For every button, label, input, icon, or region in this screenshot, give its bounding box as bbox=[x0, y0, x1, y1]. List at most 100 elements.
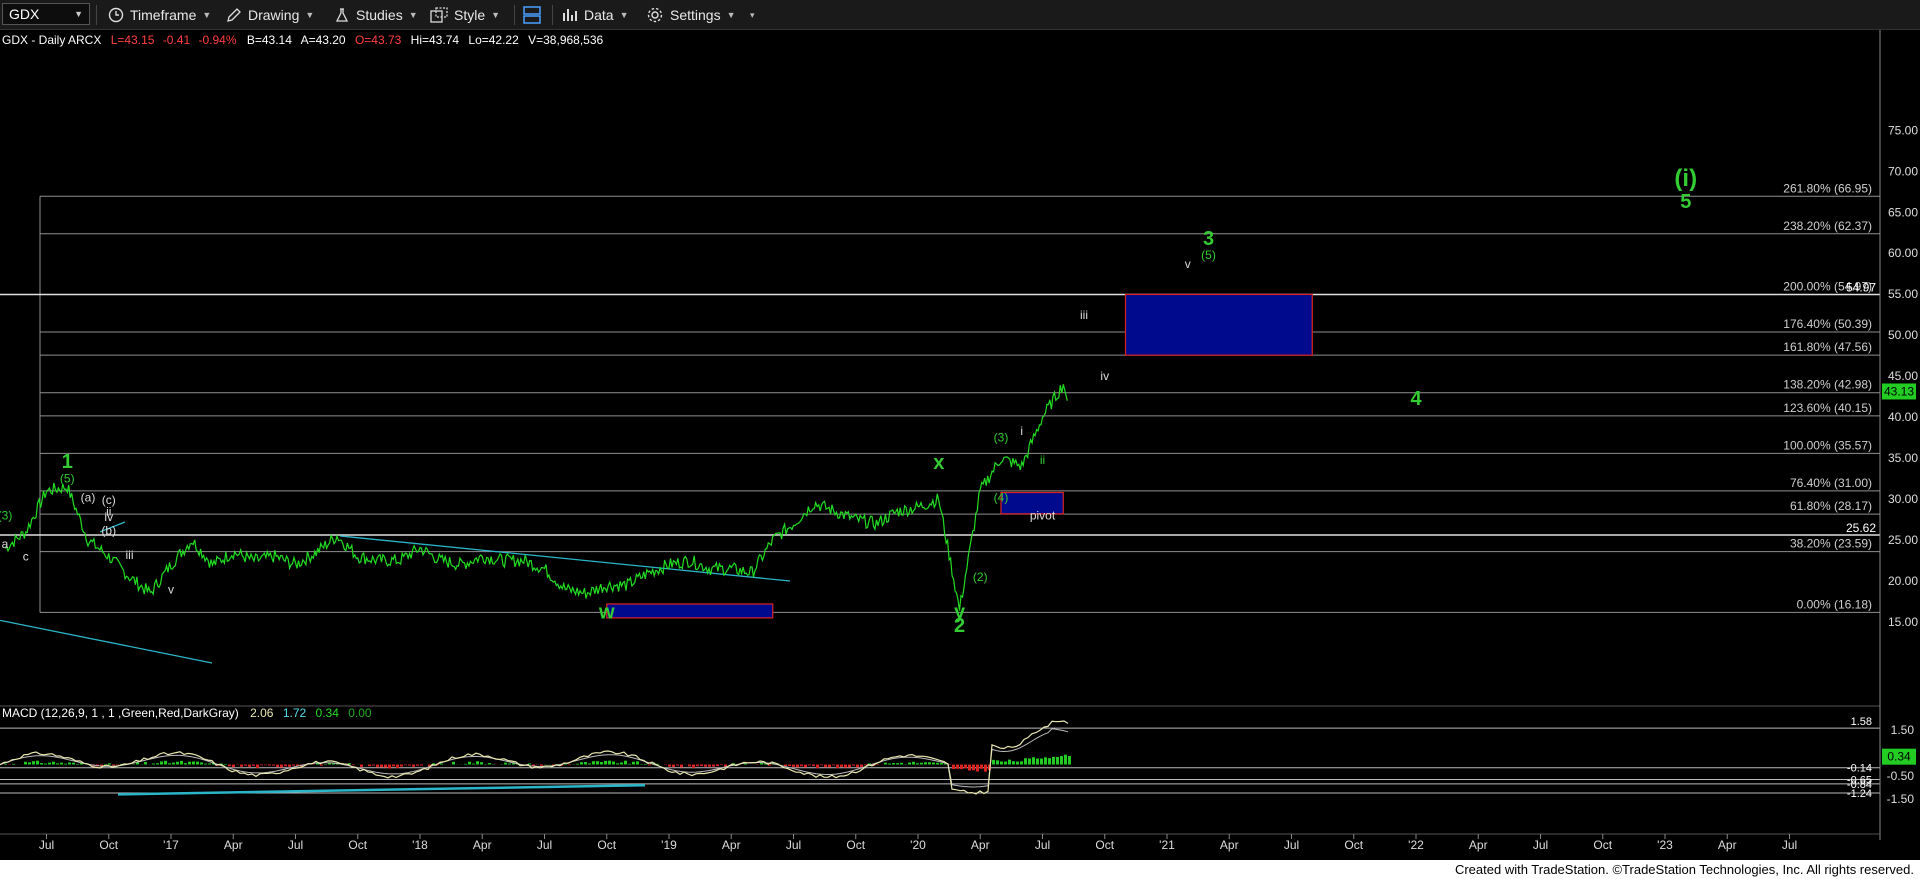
macd-hist-bar bbox=[228, 764, 231, 767]
macd-hist-bar bbox=[964, 764, 967, 769]
macd-hist-bar bbox=[1032, 757, 1035, 765]
macd-hist-bar bbox=[416, 764, 419, 766]
x-tick-label: Jul bbox=[1035, 838, 1050, 852]
macd-hist-bar bbox=[700, 764, 703, 767]
macd-hist-bar bbox=[256, 764, 259, 768]
macd-value: 2.06 bbox=[250, 706, 274, 720]
x-tick-label: '22 bbox=[1408, 838, 1424, 852]
wave-label: 5 bbox=[1680, 191, 1691, 213]
y-tick-label: 50.00 bbox=[1888, 328, 1918, 342]
macd-hist-bar bbox=[976, 764, 979, 772]
macd-hist-bar bbox=[576, 763, 579, 765]
y-tick-label: 60.00 bbox=[1888, 246, 1918, 260]
timeframe-label: Timeframe bbox=[130, 7, 197, 23]
macd-hist-bar bbox=[404, 764, 407, 766]
header-volume: V=38,968,536 bbox=[528, 33, 603, 47]
macd-hist-bar bbox=[320, 764, 323, 766]
macd-hist-bar bbox=[1008, 759, 1011, 765]
toolbar: GDX ▼ Timeframe ▼ Drawing ▼ Studies ▼ St… bbox=[0, 0, 1920, 30]
macd-hist-bar bbox=[592, 761, 595, 765]
fib-level-label: 261.80% (66.95) bbox=[1783, 181, 1872, 195]
macd-hist-bar bbox=[896, 763, 899, 765]
wave-label: v bbox=[1185, 257, 1191, 271]
macd-hist-bar bbox=[468, 761, 471, 765]
wave-label: ii bbox=[1040, 453, 1045, 467]
symbol-input[interactable]: GDX ▼ bbox=[2, 3, 90, 25]
x-tick-label: '20 bbox=[910, 838, 926, 852]
macd-hist-bar bbox=[636, 761, 639, 765]
macd-hist-bar bbox=[164, 760, 167, 765]
data-button[interactable]: Data ▼ bbox=[562, 4, 629, 26]
price-chart[interactable]: 261.80% (66.95)238.20% (62.37)200.00% (5… bbox=[0, 30, 1920, 860]
chevron-down-icon: ▾ bbox=[750, 9, 755, 20]
x-tick-label: Oct bbox=[846, 838, 865, 852]
macd-hist-bar bbox=[384, 764, 387, 768]
x-tick-label: Jul bbox=[288, 838, 303, 852]
macd-hist-bar bbox=[76, 763, 79, 765]
macd-hist-bar bbox=[704, 764, 707, 767]
macd-hist-bar bbox=[388, 764, 391, 769]
header-low: Lo=42.22 bbox=[468, 33, 519, 47]
x-tick-label: Apr bbox=[722, 838, 741, 852]
wave-label: (a) bbox=[81, 491, 96, 505]
style-button[interactable]: Style ▼ bbox=[430, 4, 500, 26]
studies-button[interactable]: Studies ▼ bbox=[334, 4, 418, 26]
macd-hist-bar bbox=[1004, 761, 1007, 765]
settings-button[interactable]: Settings ▼ bbox=[646, 4, 736, 26]
macd-hist-bar bbox=[508, 763, 511, 765]
x-tick-label: Jul bbox=[1533, 838, 1548, 852]
wave-label: v bbox=[168, 582, 174, 596]
macd-hist-bar bbox=[152, 763, 155, 765]
macd-hist-bar bbox=[372, 764, 375, 766]
macd-hist-bar bbox=[400, 764, 403, 767]
pencil-icon bbox=[227, 8, 241, 22]
macd-hist-bar bbox=[352, 764, 355, 766]
chart-background bbox=[0, 30, 1920, 860]
y-tick-label: 30.00 bbox=[1888, 492, 1918, 506]
macd-hist-bar bbox=[932, 762, 935, 765]
macd-hist-bar bbox=[464, 763, 467, 765]
macd-hist-bar bbox=[204, 763, 207, 765]
macd-hist-bar bbox=[1060, 756, 1063, 765]
drawing-button[interactable]: Drawing ▼ bbox=[226, 4, 314, 26]
macd-hist-bar bbox=[928, 762, 931, 765]
macd-hist-bar bbox=[828, 764, 831, 768]
macd-hist-bar bbox=[832, 764, 835, 766]
timeframe-button[interactable]: Timeframe ▼ bbox=[108, 4, 211, 26]
last-price-label: 43.13 bbox=[1884, 384, 1914, 398]
x-tick-label: Jul bbox=[39, 838, 54, 852]
macd-hist-bar bbox=[884, 762, 887, 765]
macd-hist-bar bbox=[280, 764, 283, 768]
macd-hist-bar bbox=[28, 762, 31, 765]
wave-label: 1 bbox=[62, 451, 73, 473]
layout-button[interactable] bbox=[522, 4, 542, 26]
macd-hist-bar bbox=[648, 764, 651, 766]
macd-hist-bar bbox=[64, 763, 67, 765]
macd-level-label: -0.14 bbox=[1847, 763, 1872, 775]
macd-hist-bar bbox=[920, 762, 923, 765]
overflow-menu[interactable]: ▾ bbox=[744, 4, 755, 26]
symbol-text: GDX bbox=[9, 6, 40, 22]
macd-hist-bar bbox=[472, 763, 475, 765]
x-tick-label: '21 bbox=[1159, 838, 1175, 852]
macd-hist-bar bbox=[244, 764, 247, 766]
x-tick-label: Jul bbox=[1284, 838, 1299, 852]
x-tick-label: Apr bbox=[473, 838, 492, 852]
fib-level-label: 76.40% (31.00) bbox=[1790, 476, 1872, 490]
macd-hist-bar bbox=[760, 763, 763, 765]
chevron-down-icon: ▼ bbox=[619, 10, 629, 20]
macd-hist-bar bbox=[1048, 758, 1051, 765]
macd-tick-label: 1.50 bbox=[1891, 723, 1915, 737]
wave-label: (5) bbox=[1201, 248, 1216, 262]
macd-hist-bar bbox=[144, 761, 147, 765]
chevron-down-icon: ▼ bbox=[202, 10, 212, 20]
macd-hist-bar bbox=[676, 764, 679, 766]
macd-hist-bar bbox=[168, 763, 171, 765]
macd-hist-bar bbox=[248, 764, 251, 767]
macd-hist-bar bbox=[888, 763, 891, 765]
macd-hist-bar bbox=[224, 763, 227, 765]
macd-hist-bar bbox=[60, 762, 63, 765]
bar-chart-icon bbox=[563, 9, 577, 21]
macd-hist-bar bbox=[900, 762, 903, 765]
macd-hist-bar bbox=[260, 764, 263, 766]
